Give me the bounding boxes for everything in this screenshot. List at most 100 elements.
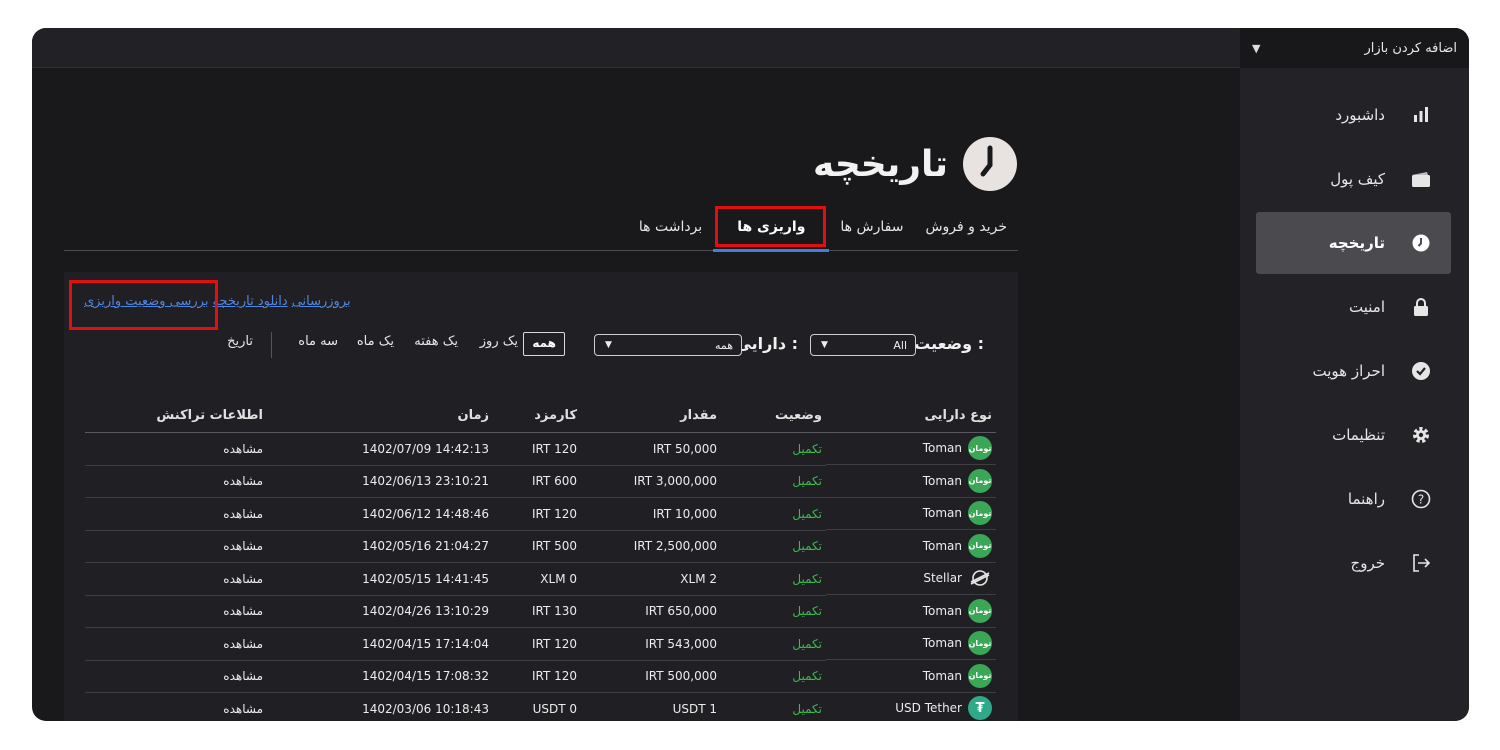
- status-select-value: All: [893, 338, 907, 352]
- table-row: ₮ USD Tether تکمیل USDT 1 USDT 0 10:18:43 140…: [85, 692, 996, 722]
- amount-cell: IRT 2,500,000: [581, 530, 721, 563]
- add-market-dropdown[interactable]: ▼ اضافه کردن بازار: [1240, 28, 1469, 68]
- status-select[interactable]: ▼ All: [810, 334, 916, 356]
- caret-down-icon: ▼: [1252, 41, 1261, 55]
- download-history-link[interactable]: دانلود تاریخچه: [212, 294, 287, 309]
- asset-cell: تومان Toman: [826, 465, 996, 498]
- time-cell: 14:48:46 1402/06/12: [267, 497, 493, 531]
- range-one-week-button[interactable]: یک هفته: [414, 334, 458, 349]
- status-cell: تکمیل: [721, 595, 826, 628]
- col-transaction-info: اطلاعات تراکنش: [85, 400, 267, 433]
- tab-withdrawals[interactable]: برداشت ها: [628, 204, 713, 250]
- tab-deposits[interactable]: واریزی ها: [713, 204, 830, 252]
- sidebar-item-label: تنظیمات: [1332, 426, 1385, 444]
- filters-bar: وضعیت : ▼ All دارایی : ▼ همه همه یک روز …: [64, 330, 1018, 364]
- range-three-months-button[interactable]: سه ماه: [298, 334, 338, 349]
- amount-cell: IRT 500,000: [581, 660, 721, 693]
- asset-name: Toman: [922, 668, 962, 683]
- top-bar: [32, 28, 1240, 68]
- table-row: تومان Toman تکمیل IRT 543,000 IRT 120 17:14:0…: [85, 627, 996, 661]
- asset-cell: تومان Toman: [826, 595, 996, 628]
- sidebar-item-wallet[interactable]: کیف پول: [1256, 148, 1451, 210]
- sidebar-item-label: داشبورد: [1335, 106, 1385, 124]
- table-header-row: نوع دارایی وضعیت مقدار کارمزد زمان اطلاع…: [85, 400, 996, 433]
- asset-cell: ₮ USD Tether: [826, 693, 996, 722]
- toman-coin-icon: تومان: [968, 501, 992, 526]
- date-filter-button[interactable]: تاریخ: [227, 334, 253, 349]
- amount-cell: IRT 650,000: [581, 595, 721, 628]
- asset-name: Toman: [922, 538, 962, 553]
- tab-label: خرید و فروش: [925, 219, 1007, 235]
- view-transaction-link[interactable]: مشاهده: [85, 497, 267, 531]
- add-market-label: اضافه کردن بازار: [1364, 40, 1457, 56]
- status-cell: تکمیل: [721, 432, 826, 466]
- lock-icon: [1411, 297, 1431, 317]
- fee-cell: IRT 600: [493, 465, 581, 498]
- view-transaction-link[interactable]: مشاهده: [85, 692, 267, 721]
- sidebar-item-logout[interactable]: خروج: [1256, 532, 1451, 594]
- tab-trades[interactable]: خرید و فروش: [914, 204, 1018, 250]
- table-row: تومان Toman تکمیل IRT 50,000 IRT 120 14:42:13…: [85, 432, 996, 466]
- sidebar-item-history[interactable]: تاریخچه: [1256, 212, 1451, 274]
- sidebar-item-label: راهنما: [1347, 490, 1385, 508]
- time-cell: 14:41:45 1402/05/15: [267, 562, 493, 596]
- clock-icon: [1411, 233, 1431, 253]
- tether-coin-icon: ₮: [968, 696, 992, 721]
- toman-coin-icon: تومان: [968, 436, 992, 461]
- sidebar: ▼ اضافه کردن بازار داشبورد کیف پول تاریخ…: [1240, 28, 1469, 721]
- wallet-icon: [1411, 169, 1431, 189]
- sidebar-item-help[interactable]: راهنما ?: [1256, 468, 1451, 530]
- amount-cell: IRT 50,000: [581, 432, 721, 466]
- time-cell: 13:10:29 1402/04/26: [267, 595, 493, 628]
- range-one-month-button[interactable]: یک ماه: [357, 334, 394, 349]
- amount-cell: USDT 1: [581, 692, 721, 721]
- toman-coin-icon: تومان: [968, 631, 992, 656]
- asset-name: Toman: [922, 506, 962, 521]
- sidebar-item-kyc[interactable]: احراز هویت: [1256, 340, 1451, 402]
- sidebar-item-security[interactable]: امنیت: [1256, 276, 1451, 338]
- view-transaction-link[interactable]: مشاهده: [85, 465, 267, 498]
- status-cell: تکمیل: [721, 465, 826, 498]
- highlight-box: [715, 206, 827, 247]
- toman-coin-icon: تومان: [968, 598, 992, 623]
- range-all-button[interactable]: همه: [523, 332, 565, 356]
- svg-text:?: ?: [1418, 493, 1424, 507]
- sidebar-item-settings[interactable]: تنظیمات: [1256, 404, 1451, 466]
- view-transaction-link[interactable]: مشاهده: [85, 432, 267, 466]
- clock-icon: [962, 136, 1018, 192]
- asset-select[interactable]: ▼ همه: [594, 334, 742, 356]
- refresh-link[interactable]: بروزرسانی: [292, 294, 351, 309]
- col-fee: کارمزد: [493, 400, 581, 433]
- fee-cell: XLM 0: [493, 562, 581, 596]
- time-cell: 14:42:13 1402/07/09: [267, 432, 493, 466]
- tab-orders[interactable]: سفارش ها: [829, 204, 914, 250]
- range-one-day-button[interactable]: یک روز: [480, 334, 518, 349]
- fee-cell: IRT 120: [493, 627, 581, 661]
- status-filter-label: وضعیت :: [914, 334, 984, 353]
- tab-label: برداشت ها: [638, 219, 703, 235]
- amount-cell: IRT 3,000,000: [581, 465, 721, 498]
- view-transaction-link[interactable]: مشاهده: [85, 660, 267, 693]
- sidebar-item-dashboard[interactable]: داشبورد: [1256, 84, 1451, 146]
- sidebar-item-label: امنیت: [1349, 298, 1385, 316]
- view-transaction-link[interactable]: مشاهده: [85, 595, 267, 628]
- status-cell: تکمیل: [721, 660, 826, 693]
- status-cell: تکمیل: [721, 530, 826, 563]
- asset-select-value: همه: [714, 338, 733, 352]
- fee-cell: USDT 0: [493, 692, 581, 721]
- asset-cell: تومان Toman: [826, 660, 996, 693]
- page-header: تاریخچه: [813, 136, 1018, 192]
- status-cell: تکمیل: [721, 692, 826, 721]
- view-transaction-link[interactable]: مشاهده: [85, 562, 267, 596]
- view-transaction-link[interactable]: مشاهده: [85, 530, 267, 563]
- asset-name: Toman: [922, 603, 962, 618]
- time-cell: 21:04:27 1402/05/16: [267, 530, 493, 563]
- highlight-box: [69, 280, 218, 330]
- time-cell: 23:10:21 1402/06/13: [267, 465, 493, 498]
- view-transaction-link[interactable]: مشاهده: [85, 627, 267, 661]
- asset-cell: تومان Toman: [826, 530, 996, 563]
- amount-cell: IRT 10,000: [581, 497, 721, 531]
- asset-filter-label: دارایی :: [735, 334, 798, 353]
- toman-coin-icon: تومان: [968, 663, 992, 688]
- col-time: زمان: [267, 400, 493, 433]
